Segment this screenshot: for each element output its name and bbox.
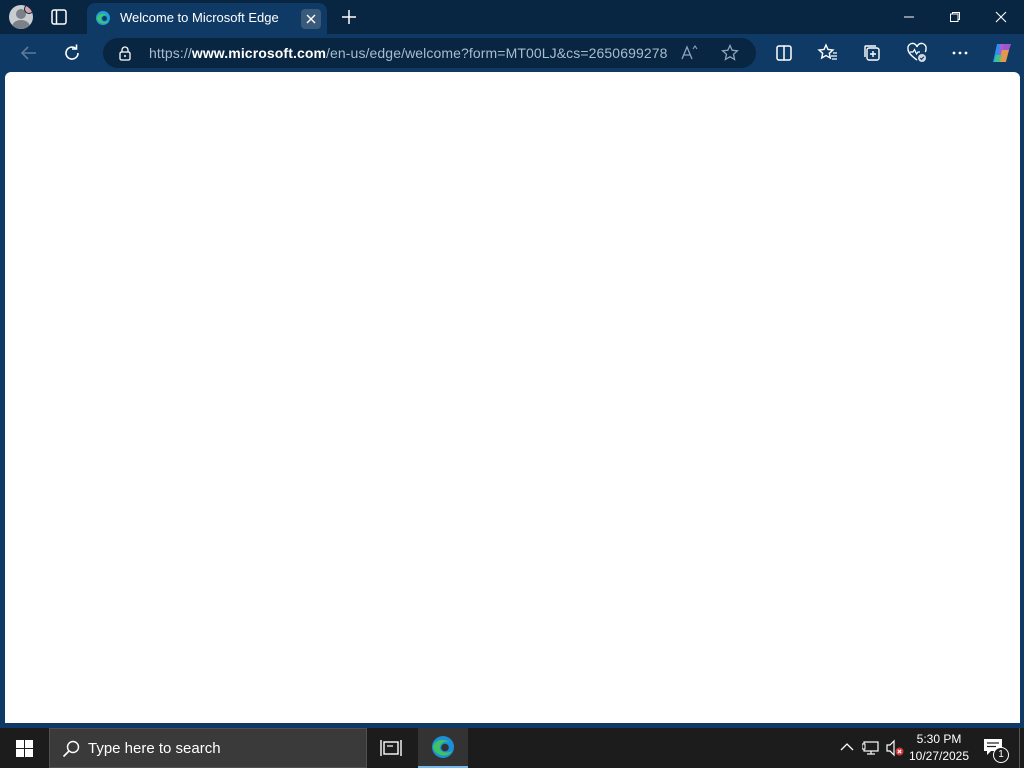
clock-date: 10/27/2025 [908, 749, 970, 763]
tab-title: Welcome to Microsoft Edge [120, 10, 279, 25]
browser-toolbar: https://www.microsoft.com/en-us/edge/wel… [0, 34, 1024, 72]
task-view-icon[interactable] [378, 737, 404, 759]
split-screen-icon[interactable] [772, 41, 796, 65]
title-bar: Welcome to Microsoft Edge [0, 0, 1024, 34]
more-icon[interactable] [948, 41, 972, 65]
taskbar-edge-app[interactable] [418, 728, 468, 768]
system-clock[interactable]: 5:30 PM 10/27/2025 [905, 731, 973, 765]
minimize-icon[interactable] [886, 0, 932, 34]
chevron-up-icon[interactable] [839, 739, 855, 755]
close-window-icon[interactable] [978, 0, 1024, 34]
lock-icon[interactable] [117, 45, 133, 61]
new-tab-icon[interactable] [338, 6, 360, 28]
show-desktop-button[interactable] [1019, 728, 1024, 768]
web-page-content[interactable] [5, 72, 1020, 723]
notification-badge: 1 [993, 747, 1009, 763]
restore-icon[interactable] [932, 0, 978, 34]
url-text[interactable]: https://www.microsoft.com/en-us/edge/wel… [149, 45, 668, 61]
read-aloud-icon[interactable] [681, 45, 699, 61]
notification-center-icon[interactable]: 1 [983, 738, 1009, 763]
favorites-icon[interactable] [816, 41, 840, 65]
network-icon[interactable] [862, 739, 880, 757]
profile-avatar-icon[interactable] [9, 5, 33, 29]
address-bar[interactable]: https://www.microsoft.com/en-us/edge/wel… [103, 38, 756, 68]
search-icon [62, 740, 80, 758]
browser-essentials-icon[interactable] [905, 41, 929, 65]
volume-muted-icon[interactable] [885, 739, 905, 757]
tab-close-icon[interactable] [301, 9, 321, 29]
tab-welcome[interactable]: Welcome to Microsoft Edge [87, 3, 327, 34]
taskbar: Type here to search 5:30 PM 10/27/2025 1 [0, 728, 1024, 768]
favorite-star-icon[interactable] [721, 44, 739, 62]
windows-start-icon[interactable] [0, 728, 48, 768]
back-icon[interactable] [17, 41, 41, 65]
edge-icon [96, 11, 110, 25]
clock-time: 5:30 PM [916, 732, 962, 746]
edge-icon [432, 736, 454, 758]
tab-actions-icon[interactable] [49, 7, 69, 27]
copilot-icon[interactable] [990, 41, 1014, 65]
collections-icon[interactable] [860, 41, 884, 65]
taskbar-search-box[interactable]: Type here to search [49, 728, 367, 768]
search-placeholder: Type here to search [88, 740, 221, 757]
refresh-icon[interactable] [60, 41, 84, 65]
